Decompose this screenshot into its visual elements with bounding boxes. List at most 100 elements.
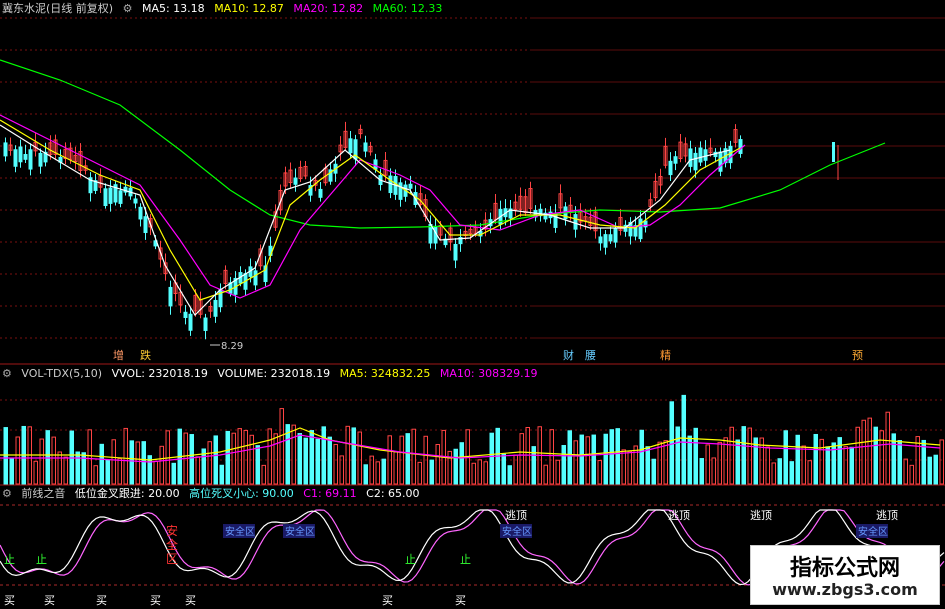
volume-bar: [699, 458, 704, 485]
buy-signal-label: 买: [150, 594, 161, 607]
volume-bar: [735, 439, 740, 485]
low-price-label: 8.29: [221, 341, 243, 352]
volume-bar: [99, 443, 104, 485]
volume-bar: [555, 459, 560, 485]
volume-bar: [717, 441, 722, 485]
volume-bar: [471, 462, 476, 485]
volume-bar: [627, 450, 632, 485]
volume-readout: VOLUME: 232018.19: [217, 367, 331, 380]
volume-bar: [297, 433, 302, 485]
ma60-readout: MA60: 12.33: [372, 2, 443, 15]
candle: [23, 154, 28, 160]
candle: [168, 286, 173, 307]
buy-signal-label: 买: [96, 594, 107, 607]
volume-bar: [327, 436, 332, 485]
volume-bar: [867, 417, 872, 485]
stop-signal-label: 止: [460, 553, 471, 566]
volume-bar: [291, 424, 296, 485]
volume-bar: [93, 465, 98, 485]
volume-bar: [51, 436, 56, 485]
watermark-logo: 指标公式网 www.zbgs3.com: [750, 545, 940, 605]
indicator-param-low: 低位金叉跟进: 20.00: [74, 487, 180, 500]
volume-bar: [219, 464, 224, 485]
vvol-readout: VVOL: 232018.19: [111, 367, 208, 380]
buy-signal-label: 买: [185, 594, 196, 607]
volume-bar: [561, 445, 566, 485]
sell-signal-label: 逃顶: [668, 509, 690, 522]
candle: [608, 234, 613, 242]
volume-bar: [213, 435, 218, 485]
volume-bar: [711, 457, 716, 485]
candle: [673, 156, 678, 164]
chart-canvas[interactable]: 8.29 增 跌 财腰 精 预买 买 买 买 买 买 买 逃顶 逃顶 逃顶 逃顶安全区 安全区 安全区 安全区 安全区…: [0, 0, 945, 609]
indicator-title: 前线之音: [21, 487, 66, 500]
candle: [203, 317, 208, 331]
settings-icon[interactable]: ⚙: [2, 487, 12, 500]
volume-bar: [345, 425, 350, 485]
volume-bar: [507, 465, 512, 485]
volume-bar: [663, 440, 668, 485]
volume-bar: [207, 441, 212, 485]
volume-bar: [321, 426, 326, 485]
candle: [603, 234, 608, 248]
volume-bar: [825, 446, 830, 485]
candle: [738, 139, 743, 154]
volume-bar: [411, 428, 416, 485]
settings-icon[interactable]: ⚙: [2, 367, 12, 380]
volume-bar: [657, 441, 662, 485]
ma20-line: [0, 114, 746, 299]
indicator-c2: C2: 65.00: [366, 487, 420, 500]
volume-bar: [567, 430, 572, 485]
candle: [718, 151, 723, 172]
volume-bar: [675, 426, 680, 485]
candle: [28, 149, 33, 170]
volume-bar: [105, 459, 110, 485]
volume-bar: [303, 437, 308, 485]
volume-bar: [45, 430, 50, 485]
volume-bar: [855, 426, 860, 485]
volume-bar: [597, 460, 602, 485]
volume-bar: [849, 446, 854, 485]
stop-signal-label: 止: [4, 553, 15, 566]
candle: [408, 183, 413, 189]
volume-bar: [129, 440, 134, 485]
candle: [613, 227, 618, 243]
buy-signal-label: 买: [455, 594, 466, 607]
indicator-header: ⚙ 前线之音 低位金叉跟进: 20.00 高位死叉小心: 90.00 C1: 6…: [2, 487, 426, 501]
volume-bar: [75, 451, 80, 485]
volume-bar: [741, 426, 746, 485]
vertical-safe-label: 安: [166, 523, 178, 538]
volume-bar: [645, 446, 650, 485]
settings-icon[interactable]: ⚙: [123, 2, 133, 15]
volume-bar: [771, 462, 776, 485]
candle: [138, 206, 143, 220]
volume-bar: [195, 456, 200, 485]
volume-bar: [603, 433, 608, 485]
volume-bar: [267, 428, 272, 485]
safe-zone-label: 安全区: [225, 525, 255, 538]
volume-bar: [765, 446, 770, 485]
volume-bar: [693, 427, 698, 485]
volume-bar: [153, 460, 158, 485]
volume-bar: [885, 411, 890, 485]
candle: [453, 243, 458, 261]
volume-bar: [801, 445, 806, 485]
sell-signal-label: 逃顶: [505, 509, 527, 522]
volume-bar: [3, 427, 8, 485]
volume-bar: [429, 459, 434, 485]
volume-bar: [777, 458, 782, 485]
volume-bar: [273, 433, 278, 485]
stock-chart-window: 8.29 增 跌 财腰 精 预买 买 买 买 买 买 买 逃顶 逃顶 逃顶 逃顶 安全区 安全区 安全区 安全区 安全区…: [0, 0, 945, 609]
volume-bar: [9, 458, 14, 485]
candle: [143, 216, 148, 234]
volume-header: ⚙ VOL-TDX(5,10) VVOL: 232018.19 VOLUME: …: [2, 367, 544, 381]
volume-bar: [897, 440, 902, 485]
volume-bar: [189, 434, 194, 485]
safe-zone-label: 安全区: [285, 525, 315, 538]
candle: [3, 142, 8, 157]
volume-bar: [591, 434, 596, 485]
candle: [38, 152, 43, 167]
volume-bar: [543, 464, 548, 485]
volume-bar: [729, 426, 734, 485]
candle: [318, 188, 323, 198]
